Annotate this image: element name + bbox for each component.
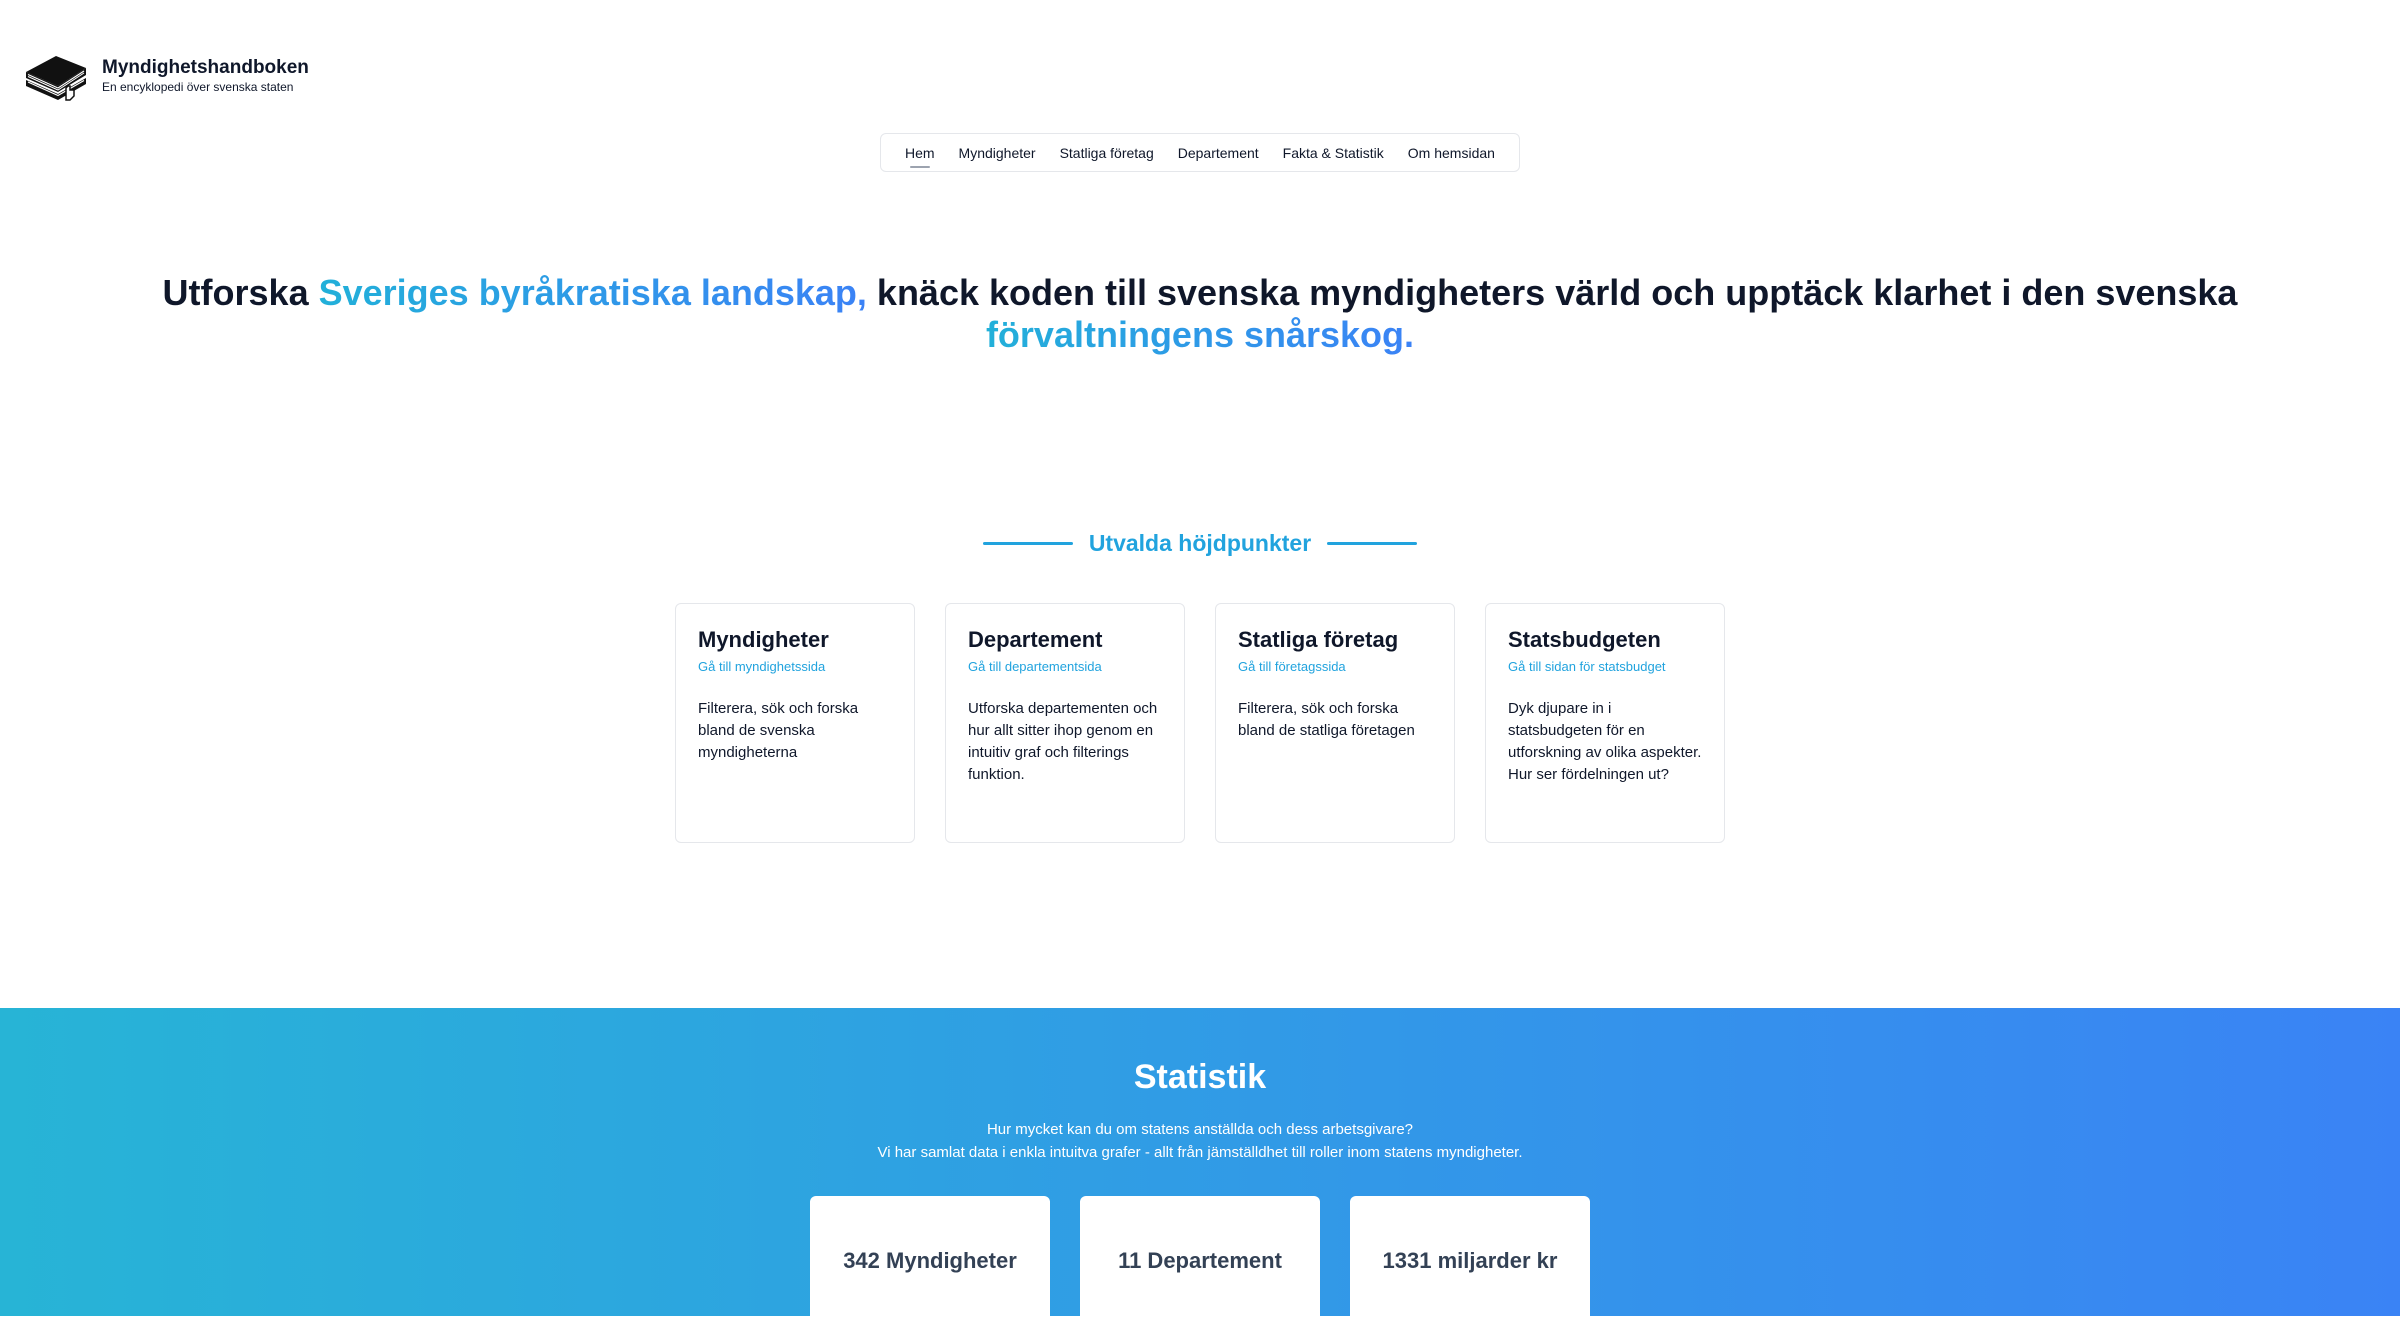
card-title: Myndigheter bbox=[698, 627, 829, 652]
nav-item-fakta-statistik[interactable]: Fakta & Statistik bbox=[1283, 145, 1384, 161]
card-link[interactable]: Gå till företagssida bbox=[1238, 658, 1432, 676]
stat-box-departement: 11 Departement bbox=[1080, 1196, 1320, 1326]
highlights-heading-text: Utvalda höjdpunkter bbox=[1088, 530, 1312, 556]
highlight-cards: Myndigheter Gå till myndighetssida Filte… bbox=[675, 603, 1725, 843]
hero-text-1: Utforska bbox=[162, 272, 319, 313]
brand-logo[interactable]: Myndighetshandboken En encyklopedi över … bbox=[22, 50, 309, 102]
card-link[interactable]: Gå till departementsida bbox=[968, 658, 1162, 676]
card-description: Filterera, sök och forska bland de svens… bbox=[698, 700, 859, 761]
card-departement[interactable]: Departement Gå till departementsida Utfo… bbox=[945, 603, 1185, 843]
main-nav: Hem Myndigheter Statliga företag Departe… bbox=[880, 133, 1520, 172]
nav-item-om-hemsidan[interactable]: Om hemsidan bbox=[1408, 145, 1495, 161]
card-description: Utforska departementen och hur allt sitt… bbox=[968, 700, 1158, 783]
brand-title: Myndighetshandboken bbox=[102, 57, 309, 78]
highlights-heading: Utvalda höjdpunkter bbox=[0, 530, 2400, 557]
nav-item-statliga-foretag[interactable]: Statliga företag bbox=[1060, 145, 1154, 161]
statistics-description: Hur mycket kan du om statens anställda o… bbox=[0, 1118, 2400, 1164]
nav-item-departement[interactable]: Departement bbox=[1178, 145, 1259, 161]
nav-item-hem[interactable]: Hem bbox=[905, 145, 935, 168]
card-description: Dyk djupare in i statsbudgeten för en ut… bbox=[1508, 700, 1702, 783]
card-title: Statliga företag bbox=[1238, 627, 1399, 652]
card-title: Departement bbox=[968, 627, 1103, 652]
brand-text: Myndighetshandboken En encyklopedi över … bbox=[102, 57, 309, 95]
hero-highlight-1: Sveriges byråkratiska landskap, bbox=[318, 272, 867, 313]
card-statliga-foretag[interactable]: Statliga företag Gå till företagssida Fi… bbox=[1215, 603, 1455, 843]
card-description: Filterera, sök och forska bland de statl… bbox=[1238, 700, 1415, 739]
heading-line-right bbox=[1327, 542, 1418, 545]
statistics-line-2: Vi har samlat data i enkla intuitva graf… bbox=[877, 1144, 1523, 1161]
nav-item-myndigheter[interactable]: Myndigheter bbox=[959, 145, 1036, 161]
stat-box-myndigheter: 342 Myndigheter bbox=[810, 1196, 1050, 1326]
card-myndigheter[interactable]: Myndigheter Gå till myndighetssida Filte… bbox=[675, 603, 915, 843]
card-link[interactable]: Gå till sidan för statsbudget bbox=[1508, 658, 1702, 676]
statistics-title: Statistik bbox=[1133, 1058, 1267, 1096]
statistics-section: Statistik Hur mycket kan du om statens a… bbox=[0, 1008, 2400, 1326]
hero-text-2: knäck koden till svenska myndigheters vä… bbox=[866, 272, 2238, 313]
heading-line-left bbox=[982, 542, 1073, 545]
card-link[interactable]: Gå till myndighetssida bbox=[698, 658, 892, 676]
stat-boxes: 342 Myndigheter 11 Departement 1331 milj… bbox=[810, 1196, 1590, 1326]
card-title: Statsbudgeten bbox=[1508, 627, 1661, 652]
card-statsbudgeten[interactable]: Statsbudgeten Gå till sidan för statsbud… bbox=[1485, 603, 1725, 843]
statistics-line-1: Hur mycket kan du om statens anställda o… bbox=[986, 1121, 1414, 1138]
hero-highlight-2: förvaltningens snårskog. bbox=[985, 314, 1415, 355]
stat-box-budget: 1331 miljarder kr bbox=[1350, 1196, 1590, 1326]
hero-heading: Utforska Sveriges byråkratiska landskap,… bbox=[150, 272, 2250, 356]
brand-subtitle: En encyklopedi över svenska staten bbox=[102, 80, 294, 94]
book-stack-icon bbox=[26, 56, 86, 101]
